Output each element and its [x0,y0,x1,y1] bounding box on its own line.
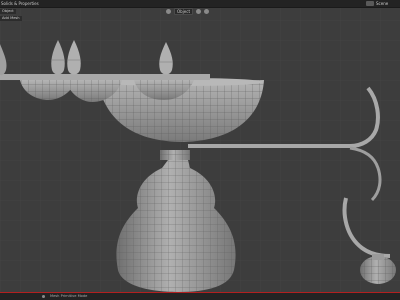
left-panel-item-add-mesh[interactable]: Add Mesh [0,16,22,21]
render-button[interactable] [366,1,374,6]
status-mouse-icon [42,295,45,298]
mode-dropdown[interactable]: Object [174,8,194,15]
proportional-edit-icon[interactable] [204,9,210,14]
cursor-icon[interactable] [166,9,171,14]
scene-label[interactable]: Scene [376,1,388,6]
3d-viewport[interactable]: Solids & Properties Object Scene Object … [0,0,400,300]
status-bar: Mesh Primitive Mode [0,293,400,300]
status-text: Mesh Primitive Mode [50,294,88,298]
top-toolbar: Solids & Properties [0,0,400,8]
top-right-controls: Scene [366,1,388,6]
workspace-title[interactable]: Solids & Properties [1,0,39,7]
viewport-header-controls: Object [166,8,210,15]
mesh-scene [0,0,400,300]
left-panel-item-object[interactable]: Object [0,9,16,14]
snap-icon[interactable] [196,9,202,14]
